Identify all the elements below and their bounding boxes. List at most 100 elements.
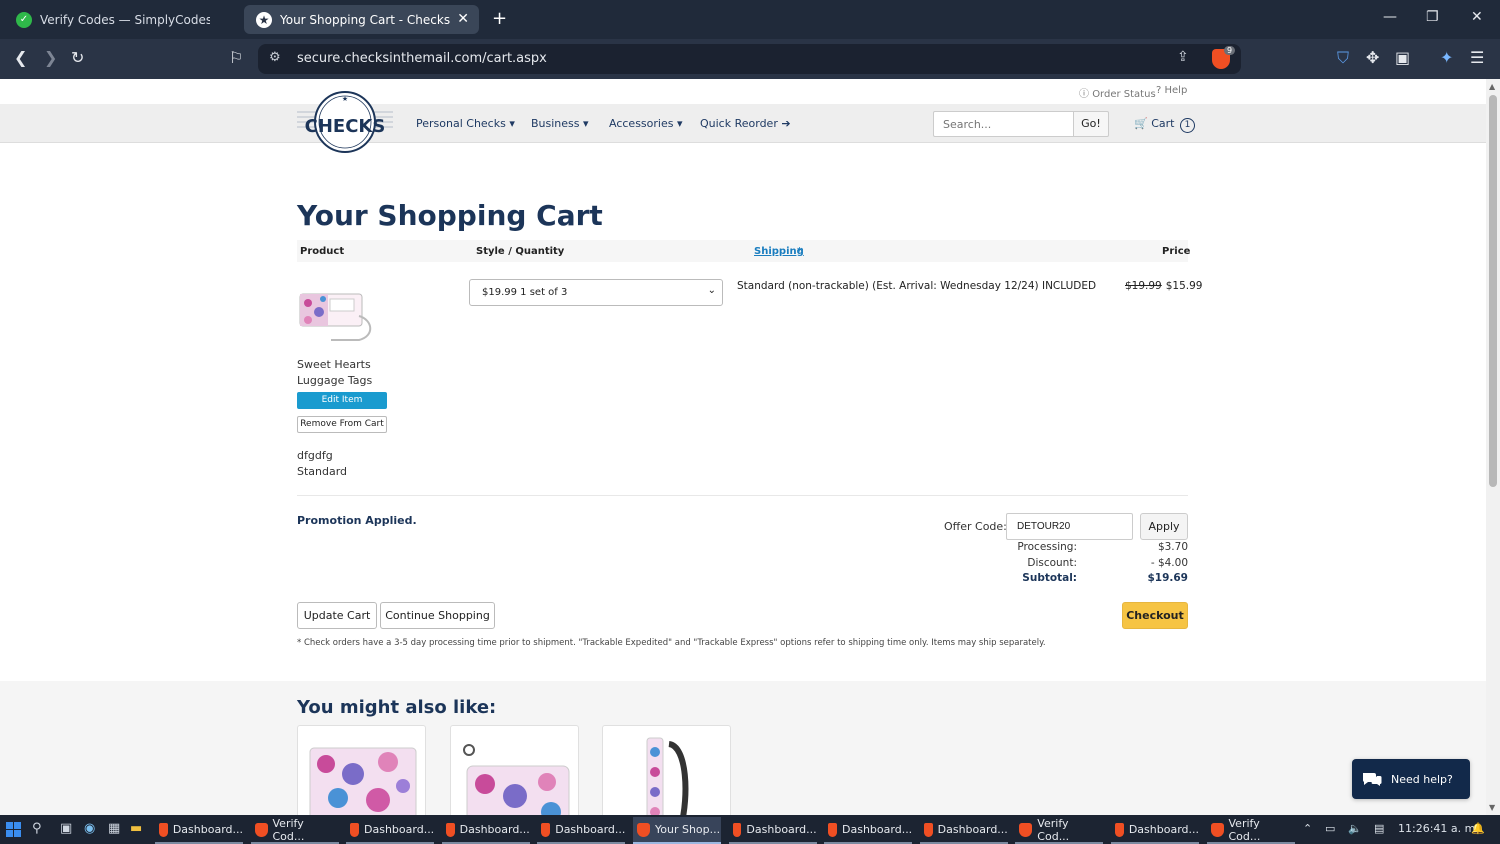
svg-text:CHECKS: CHECKS	[305, 116, 386, 137]
taskbar-window-label: Dashboard...	[842, 823, 913, 836]
taskbar-window-button[interactable]: Dashboard...	[441, 817, 530, 844]
recommendations-section: You might also like:	[0, 681, 1486, 815]
scroll-up-icon[interactable]: ▲	[1489, 82, 1495, 91]
help-link[interactable]: ? Help	[1156, 85, 1187, 96]
reader-icon[interactable]: ▣	[1395, 48, 1410, 67]
edit-item-button[interactable]: Edit Item	[297, 392, 387, 409]
update-cart-button[interactable]: Update Cart	[297, 602, 377, 629]
extensions-icon[interactable]: ✥	[1366, 48, 1379, 67]
checks-in-the-mail-logo[interactable]: CHECKS ★	[297, 90, 393, 156]
calculator-icon[interactable]: ▦	[108, 821, 120, 836]
clock-time: 11:26:41 a. m.	[1398, 822, 1479, 835]
page-scrollbar[interactable]: ▲ ▼	[1486, 79, 1500, 815]
processing-label: Processing:	[1017, 541, 1077, 553]
product-image	[646, 737, 689, 815]
menu-icon[interactable]: ☰	[1470, 48, 1484, 67]
cart-table-header: Product Style / Quantity Shipping * Pric…	[297, 240, 1190, 262]
recommendation-card[interactable]	[602, 725, 731, 815]
taskbar-window-label: Dashboard...	[172, 823, 243, 836]
volume-icon[interactable]: 🔈	[1348, 822, 1362, 835]
app-icon[interactable]: ◉	[84, 821, 95, 836]
brave-browser-icon	[828, 822, 838, 837]
taskbar-window-button[interactable]: Dashboard...	[155, 817, 243, 844]
notifications-icon[interactable]: 🔔	[1471, 822, 1485, 835]
product-thumbnail[interactable]	[299, 290, 375, 346]
back-icon[interactable]: ❮	[14, 48, 27, 67]
taskbar-window-button[interactable]: Verify Cod...	[1206, 817, 1295, 844]
continue-shopping-button[interactable]: Continue Shopping	[380, 602, 495, 629]
network-icon[interactable]: ▭	[1325, 822, 1335, 835]
cart-count-badge: 1	[1179, 118, 1195, 133]
camera-app-icon[interactable]: ▣	[60, 821, 72, 836]
browser-tab-bar: ✓ Verify Codes — SimplyCodes ★ Your Shop…	[0, 0, 1500, 39]
reload-icon[interactable]: ↻	[71, 48, 84, 67]
remove-from-cart-button[interactable]: Remove From Cart	[297, 416, 387, 433]
nav-personal-checks[interactable]: Personal Checks ▾	[416, 117, 515, 130]
recommendations-title: You might also like:	[297, 697, 497, 718]
vpn-shield-icon[interactable]: ⛉	[1337, 48, 1349, 68]
taskbar-window-button[interactable]: Dashboard...	[537, 817, 626, 844]
svg-text:★: ★	[342, 95, 348, 103]
product-name: Sweet Hearts Luggage Tags	[297, 358, 373, 387]
tray-chevron-icon[interactable]: ⌃	[1303, 822, 1312, 835]
window-close-icon[interactable]: ✕	[1471, 9, 1483, 25]
simplycodes-favicon-icon: ✓	[16, 11, 32, 28]
scrollbar-thumb[interactable]	[1489, 95, 1497, 487]
tab-label: Your Shopping Cart - Checks In T	[280, 12, 450, 27]
taskbar-window-button[interactable]: Dashboard...	[1111, 817, 1199, 844]
taskbar-window-label: Dashboard...	[555, 823, 626, 836]
display-icon[interactable]: ▤	[1374, 822, 1384, 835]
taskbar-window-button[interactable]: Dashboard...	[824, 817, 913, 844]
order-status-link[interactable]: ⓘ Order Status	[1079, 85, 1156, 100]
nav-quick-reorder[interactable]: Quick Reorder ➔	[700, 117, 791, 130]
nav-business[interactable]: Business ▾	[531, 117, 589, 130]
style-quantity-select[interactable]: $19.99 1 set of 3 ⌄	[469, 279, 723, 306]
divider	[297, 495, 1188, 496]
brave-browser-icon	[1115, 822, 1124, 837]
ai-assistant-icon[interactable]: ✦	[1440, 48, 1453, 67]
nav-accessories[interactable]: Accessories ▾	[609, 117, 682, 130]
taskbar-window-button[interactable]: Your Shop...	[633, 817, 721, 844]
taskbar-window-button[interactable]: Verify Cod...	[250, 817, 339, 844]
close-tab-icon[interactable]: ✕	[457, 11, 469, 27]
taskbar-window-button[interactable]: Dashboard...	[728, 817, 817, 844]
sale-price: $15.99	[1165, 280, 1203, 292]
web-page: ⓘ Order Status ? Help CHECKS ★ Personal …	[0, 79, 1486, 815]
minimize-icon[interactable]: —	[1383, 9, 1397, 25]
restore-icon[interactable]: ❐	[1426, 9, 1439, 25]
site-settings-icon[interactable]: ⚙	[269, 50, 281, 65]
taskbar-window-button[interactable]: Dashboard...	[346, 817, 435, 844]
taskbar-window-button[interactable]: Dashboard...	[919, 817, 1008, 844]
address-bar[interactable]: ⚙ secure.checksinthemail.com/cart.aspx ⇪…	[258, 44, 1241, 74]
file-explorer-icon[interactable]: ▬	[130, 821, 142, 836]
item-price: $19.99 $15.99	[1125, 280, 1203, 292]
subtotal-value: $19.69	[1147, 572, 1188, 584]
tab-verify-codes[interactable]: ✓ Verify Codes — SimplyCodes	[4, 5, 240, 34]
cart-link[interactable]: 🛒 Cart 1	[1134, 117, 1195, 133]
promotion-applied-message: Promotion Applied.	[297, 514, 417, 527]
forward-icon[interactable]: ❯	[44, 48, 57, 67]
search-go-button[interactable]: Go!	[1073, 111, 1109, 137]
need-help-chat-button[interactable]: Need help?	[1352, 759, 1470, 799]
share-icon[interactable]: ⇪	[1177, 49, 1189, 65]
apply-offer-button[interactable]: Apply	[1140, 513, 1188, 540]
header-shipping-asterisk: *	[797, 246, 803, 257]
offer-code-input[interactable]	[1006, 513, 1133, 540]
taskbar-window-button[interactable]: Verify Cod...	[1015, 817, 1104, 844]
brave-browser-icon	[1210, 822, 1224, 837]
new-tab-icon[interactable]: +	[492, 8, 507, 29]
shield-count-badge: 9	[1224, 46, 1236, 55]
taskbar-window-label: Your Shop...	[655, 823, 721, 836]
tab-shopping-cart[interactable]: ★ Your Shopping Cart - Checks In T ✕	[244, 5, 479, 34]
recommendation-card[interactable]	[450, 725, 579, 815]
bookmark-icon[interactable]: ⚐	[229, 48, 243, 67]
checkout-button[interactable]: Checkout	[1122, 602, 1188, 629]
utility-bar: ⓘ Order Status ? Help	[0, 79, 1486, 104]
discount-value: - $4.00	[1150, 557, 1188, 569]
subtotal-label: Subtotal:	[1022, 572, 1077, 584]
scroll-down-icon[interactable]: ▼	[1489, 803, 1495, 812]
windows-start-icon[interactable]	[6, 822, 21, 837]
search-input[interactable]	[933, 111, 1074, 137]
search-icon[interactable]: ⚲	[32, 821, 42, 836]
recommendation-card[interactable]	[297, 725, 426, 815]
